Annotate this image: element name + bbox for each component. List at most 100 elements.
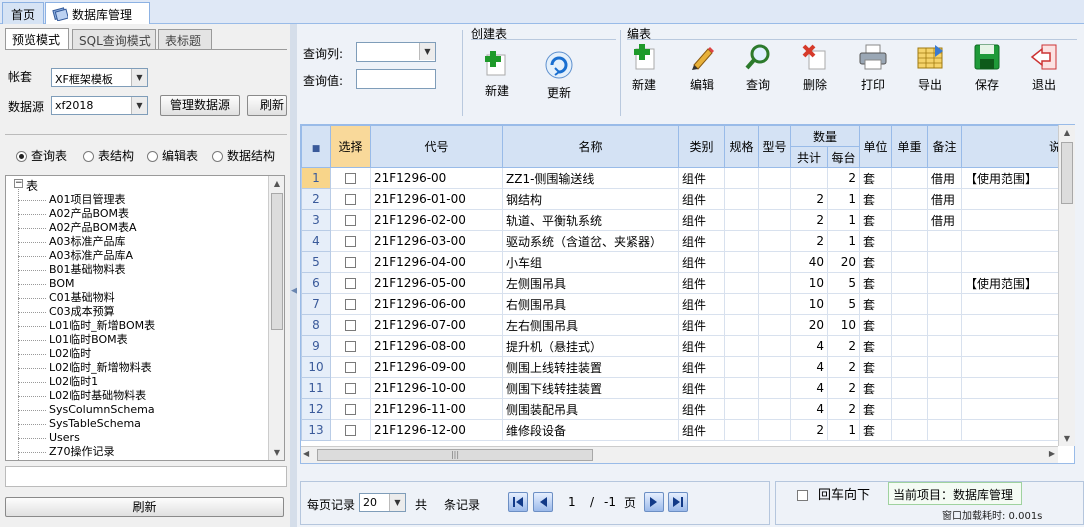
row-number[interactable]: 3 <box>301 209 331 231</box>
checkbox-icon[interactable] <box>345 194 356 205</box>
checkbox-icon[interactable] <box>345 341 356 352</box>
select-cell[interactable] <box>330 398 371 420</box>
header-unit-weight[interactable]: 单重 <box>891 125 929 168</box>
row-number[interactable]: 8 <box>301 314 331 336</box>
category-cell[interactable]: 组件 <box>678 314 725 336</box>
table-row[interactable]: 11 21F1296-10-00 侧围下线转挂装置 组件 4 2 套 <box>301 377 1074 399</box>
code-cell[interactable]: 21F1296-04-00 <box>370 251 503 273</box>
name-cell[interactable]: 提升机（悬挂式） <box>502 335 679 357</box>
table-row[interactable]: 9 21F1296-08-00 提升机（悬挂式） 组件 4 2 套 <box>301 335 1074 357</box>
unit-weight-cell[interactable] <box>891 419 929 441</box>
remark-cell[interactable]: 借用 <box>927 167 963 189</box>
remark-cell[interactable] <box>927 251 963 273</box>
checkbox-icon[interactable] <box>345 383 356 394</box>
each-cell[interactable]: 2 <box>826 167 861 189</box>
total-cell[interactable] <box>790 167 828 189</box>
total-cell[interactable]: 4 <box>790 356 828 378</box>
scroll-down-icon[interactable]: ▼ <box>1059 431 1075 446</box>
row-number[interactable]: 9 <box>301 335 331 357</box>
remark-cell[interactable] <box>927 293 963 315</box>
header-name[interactable]: 名称 <box>502 125 679 168</box>
spec-cell[interactable] <box>724 398 759 420</box>
row-number[interactable]: 11 <box>301 377 331 399</box>
code-cell[interactable]: 21F1296-12-00 <box>370 419 503 441</box>
each-cell[interactable]: 2 <box>826 377 861 399</box>
remark-cell[interactable] <box>927 419 963 441</box>
tree-node[interactable]: C01基础物料 <box>49 291 115 305</box>
edit-new-button[interactable]: 新建 <box>618 42 670 93</box>
spec-cell[interactable] <box>724 230 759 252</box>
select-cell[interactable] <box>330 419 371 441</box>
table-row[interactable]: 4 21F1296-03-00 驱动系统（含道岔、夹紧器） 组件 2 1 套 <box>301 230 1074 252</box>
unit-cell[interactable]: 套 <box>859 356 893 378</box>
select-cell[interactable] <box>330 167 371 189</box>
total-cell[interactable]: 2 <box>790 209 828 231</box>
tab-table-title[interactable]: 表标题 <box>158 29 212 50</box>
data-grid[interactable]: ■ 选择 代号 名称 类别 规格 型号 数量 单位 单重 备注 说 共计 每台 … <box>300 124 1075 464</box>
code-cell[interactable]: 21F1296-00 <box>370 167 503 189</box>
name-cell[interactable]: 驱动系统（含道岔、夹紧器） <box>502 230 679 252</box>
unit-cell[interactable]: 套 <box>859 251 893 273</box>
unit-weight-cell[interactable] <box>891 251 929 273</box>
each-cell[interactable]: 1 <box>826 419 861 441</box>
name-cell[interactable]: 侧围装配吊具 <box>502 398 679 420</box>
table-row[interactable]: 6 21F1296-05-00 左侧围吊具 组件 10 5 套【使用范围】 <box>301 272 1074 294</box>
spec-cell[interactable] <box>724 377 759 399</box>
tree-node[interactable]: Users <box>49 431 80 445</box>
each-cell[interactable]: 5 <box>826 272 861 294</box>
refresh-button[interactable]: 刷新 <box>5 497 284 517</box>
query-button[interactable]: 查询 <box>732 42 784 93</box>
each-cell[interactable]: 2 <box>826 356 861 378</box>
table-row[interactable]: 8 21F1296-07-00 左右侧围吊具 组件 20 10 套 <box>301 314 1074 336</box>
delete-button[interactable]: 删除 <box>789 42 841 93</box>
model-cell[interactable] <box>758 293 791 315</box>
total-cell[interactable]: 4 <box>790 335 828 357</box>
tree-node[interactable]: L01临时_新增BOM表 <box>49 319 155 333</box>
row-number[interactable]: 1 <box>301 167 331 189</box>
remark-cell[interactable] <box>927 377 963 399</box>
code-cell[interactable]: 21F1296-11-00 <box>370 398 503 420</box>
manage-datasource-button[interactable]: 管理数据源 <box>160 95 240 116</box>
page-current[interactable]: 1 <box>568 495 576 509</box>
row-number[interactable]: 2 <box>301 188 331 210</box>
header-model[interactable]: 型号 <box>758 125 791 168</box>
tree-node[interactable]: L02临时_新增物料表 <box>49 361 152 375</box>
collapse-icon[interactable]: − <box>14 179 23 188</box>
spec-cell[interactable] <box>724 419 759 441</box>
header-code[interactable]: 代号 <box>370 125 503 168</box>
unit-cell[interactable]: 套 <box>859 209 893 231</box>
unit-weight-cell[interactable] <box>891 167 929 189</box>
row-number[interactable]: 6 <box>301 272 331 294</box>
spec-cell[interactable] <box>724 209 759 231</box>
total-cell[interactable]: 4 <box>790 377 828 399</box>
total-cell[interactable]: 4 <box>790 398 828 420</box>
total-cell[interactable]: 2 <box>790 230 828 252</box>
category-cell[interactable]: 组件 <box>678 356 725 378</box>
category-cell[interactable]: 组件 <box>678 167 725 189</box>
grid-vscrollbar[interactable]: ▲ ▼ <box>1058 125 1075 446</box>
code-cell[interactable]: 21F1296-09-00 <box>370 356 503 378</box>
table-row[interactable]: 3 21F1296-02-00 轨道、平衡轨系统 组件 2 1 套 借用 <box>301 209 1074 231</box>
unit-cell[interactable]: 套 <box>859 419 893 441</box>
total-cell[interactable]: 10 <box>790 272 828 294</box>
code-cell[interactable]: 21F1296-07-00 <box>370 314 503 336</box>
tree-node[interactable]: A02产品BOM表 <box>49 207 129 221</box>
unit-weight-cell[interactable] <box>891 272 929 294</box>
tree-node[interactable]: A02产品BOM表A <box>49 221 137 235</box>
name-cell[interactable]: 侧围下线转挂装置 <box>502 377 679 399</box>
each-cell[interactable]: 1 <box>826 188 861 210</box>
each-cell[interactable]: 1 <box>826 230 861 252</box>
model-cell[interactable] <box>758 419 791 441</box>
tab-sql-query-mode[interactable]: SQL查询模式 <box>72 29 156 50</box>
tree-node[interactable]: SysTableSchema <box>49 417 141 431</box>
category-cell[interactable]: 组件 <box>678 419 725 441</box>
name-cell[interactable]: 左右侧围吊具 <box>502 314 679 336</box>
model-cell[interactable] <box>758 230 791 252</box>
checkbox-icon[interactable] <box>345 425 356 436</box>
category-cell[interactable]: 组件 <box>678 335 725 357</box>
model-cell[interactable] <box>758 398 791 420</box>
name-cell[interactable]: 钢结构 <box>502 188 679 210</box>
spec-cell[interactable] <box>724 335 759 357</box>
checkbox-icon[interactable] <box>345 215 356 226</box>
unit-cell[interactable]: 套 <box>859 398 893 420</box>
